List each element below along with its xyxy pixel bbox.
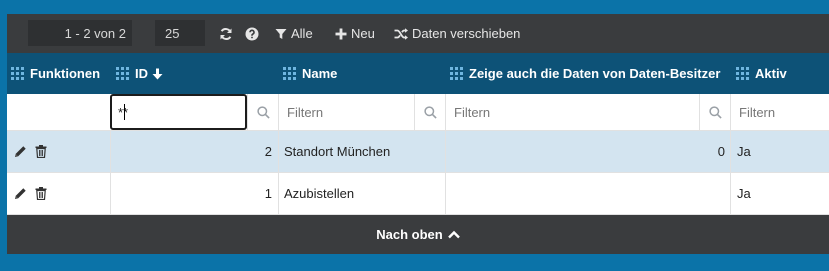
drag-handle-icon[interactable] xyxy=(11,67,24,80)
cell-active: Ja xyxy=(730,131,829,172)
column-label-id: ID xyxy=(135,66,148,81)
column-label-owner-data: Zeige auch die Daten von Daten-Besitzer xyxy=(469,66,721,81)
delete-trash-icon[interactable] xyxy=(35,145,47,158)
name-filter-search-button[interactable] xyxy=(414,94,445,131)
drag-handle-icon[interactable] xyxy=(283,67,296,80)
drag-handle-icon[interactable] xyxy=(736,67,749,80)
id-filter-value: ** xyxy=(118,104,129,120)
column-label-name: Name xyxy=(302,66,338,81)
cell-name: Standort München xyxy=(278,131,445,172)
filter-all-label: Alle xyxy=(291,26,313,41)
delete-trash-icon[interactable] xyxy=(35,187,47,200)
toolbar: 1 - 2 von 2 25 Alle Neu Daten verschiebe… xyxy=(7,14,829,53)
cell-id: 2 xyxy=(110,131,278,172)
row-actions xyxy=(7,173,110,214)
drag-handle-icon[interactable] xyxy=(450,67,463,80)
filter-icon xyxy=(275,28,287,39)
data-grid: 1 - 2 von 2 25 Alle Neu Daten verschiebe… xyxy=(7,14,829,254)
move-data-label: Daten verschieben xyxy=(412,26,521,41)
owner-filter-input[interactable]: Filtern xyxy=(445,94,699,131)
column-header-id[interactable]: ID xyxy=(116,53,276,94)
refresh-button[interactable] xyxy=(219,14,233,53)
cell-name: Azubistellen xyxy=(278,173,445,214)
new-button[interactable]: Neu xyxy=(335,14,375,53)
table-row[interactable]: 1 Azubistellen Ja xyxy=(7,173,829,215)
column-label-functions: Funktionen xyxy=(30,66,101,81)
table-row[interactable]: 2 Standort München 0 Ja xyxy=(7,131,829,173)
edit-pencil-icon[interactable] xyxy=(14,145,27,158)
help-button[interactable] xyxy=(245,14,259,53)
new-label: Neu xyxy=(351,26,375,41)
cell-id: 1 xyxy=(110,173,278,214)
back-to-top-button[interactable]: Nach oben xyxy=(7,215,829,254)
column-label-active: Aktiv xyxy=(755,66,787,81)
pager-display[interactable]: 1 - 2 von 2 xyxy=(28,20,132,46)
cell-owner-data: 0 xyxy=(445,131,730,172)
drag-handle-icon[interactable] xyxy=(116,67,129,80)
column-header-name[interactable]: Name xyxy=(283,53,443,94)
shuffle-icon xyxy=(394,27,408,40)
active-filter-input[interactable]: Filtern xyxy=(730,94,829,131)
sort-descending-icon xyxy=(152,68,163,79)
cell-owner-data xyxy=(445,173,730,214)
owner-filter-search-button[interactable] xyxy=(699,94,730,131)
text-caret xyxy=(124,104,126,120)
refresh-icon xyxy=(220,27,232,40)
grid-header: Funktionen ID Name Zeige auch die Daten … xyxy=(7,53,829,94)
move-data-button[interactable]: Daten verschieben xyxy=(394,14,520,53)
id-filter-search-button[interactable] xyxy=(247,94,278,131)
filter-row: ** Filtern Filtern Filtern xyxy=(7,94,829,131)
column-header-active[interactable]: Aktiv xyxy=(736,53,829,94)
search-icon xyxy=(708,106,722,119)
search-icon xyxy=(423,106,437,119)
search-icon xyxy=(256,106,270,119)
back-to-top-label: Nach oben xyxy=(376,227,443,242)
row-actions xyxy=(7,131,110,172)
plus-icon xyxy=(335,28,347,39)
name-filter-input[interactable]: Filtern xyxy=(278,94,414,131)
column-header-owner-data[interactable]: Zeige auch die Daten von Daten-Besitzer xyxy=(450,53,733,94)
column-header-functions[interactable]: Funktionen xyxy=(11,53,111,94)
filter-all-button[interactable]: Alle xyxy=(275,14,313,53)
question-circle-icon xyxy=(245,27,259,40)
id-filter-input[interactable]: ** xyxy=(110,94,247,130)
edit-pencil-icon[interactable] xyxy=(14,187,27,200)
page-size-input[interactable]: 25 xyxy=(155,20,205,46)
chevron-up-icon xyxy=(447,230,460,239)
cell-active: Ja xyxy=(730,173,829,214)
